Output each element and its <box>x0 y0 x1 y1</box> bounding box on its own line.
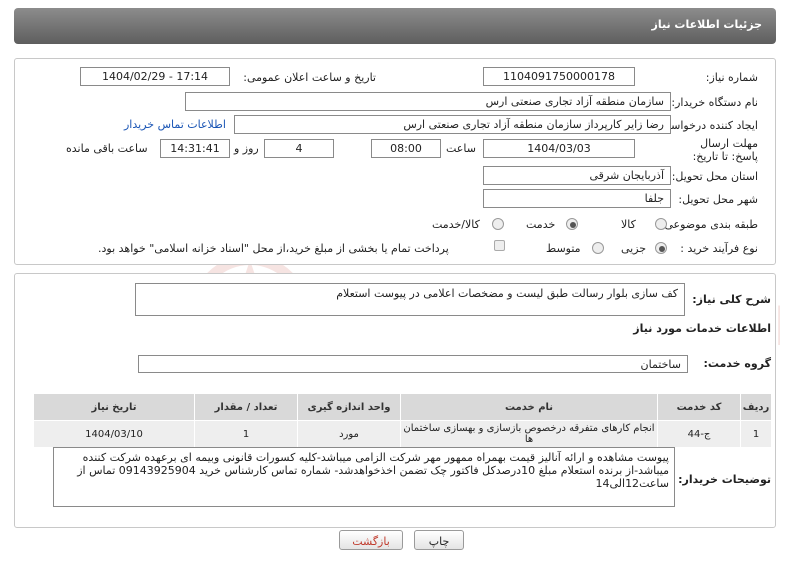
cell-unit: مورد <box>297 420 401 448</box>
remaining-days-field[interactable]: 4 <box>264 139 334 158</box>
buyer-notes-text: پیوست مشاهده و ارائه آنالیز قیمت بهمراه … <box>77 451 669 490</box>
cell-service-code: ج-44 <box>657 420 741 448</box>
buyer-org-label: نام دستگاه خریدار: <box>671 96 758 109</box>
summary-label: شرح کلی نیاز: <box>692 293 771 306</box>
print-button[interactable]: چاپ <box>414 530 464 550</box>
deadline-time-field[interactable]: 08:00 <box>371 139 441 158</box>
process-radio-medium[interactable] <box>592 242 604 254</box>
back-button[interactable]: بازگشت <box>339 530 403 550</box>
need-number-field[interactable]: 1104091750000178 <box>483 67 635 86</box>
process-label: نوع فرآیند خرید : <box>680 242 758 255</box>
summary-textarea[interactable]: کف سازی بلوار رسالت طبق لیست و مضخصات اع… <box>135 283 685 316</box>
services-section-title: اطلاعات خدمات مورد نیاز <box>633 322 771 335</box>
cell-service-name: انجام کارهای متفرقه درخصوص بازسازی و بهس… <box>400 420 658 448</box>
service-group-label: گروه خدمت: <box>703 357 771 370</box>
page-header: جزئیات اطلاعات نیاز <box>14 8 776 44</box>
services-table: ردیف کد خدمت نام خدمت واحد اندازه گیری ت… <box>33 393 772 448</box>
col-service-code: کد خدمت <box>657 393 741 421</box>
page-title: جزئیات اطلاعات نیاز <box>651 18 763 31</box>
category-radio-goods[interactable] <box>655 218 667 230</box>
col-need-date: تاریخ نیاز <box>33 393 195 421</box>
province-field[interactable]: آذربایجان شرقی <box>483 166 671 185</box>
cell-row-index: 1 <box>740 420 772 448</box>
days-label: روز و <box>234 142 259 155</box>
buyer-notes-label: توضیحات خریدار: <box>678 473 771 486</box>
col-service-name: نام خدمت <box>400 393 658 421</box>
summary-text: کف سازی بلوار رسالت طبق لیست و مضخصات اع… <box>336 287 678 300</box>
province-label: استان محل تحویل: <box>671 170 758 183</box>
announce-date-label: تاریخ و ساعت اعلان عمومی: <box>243 71 376 84</box>
deadline-label: مهلت ارسال پاسخ: تا تاریخ: <box>688 137 758 163</box>
creator-label: ایجاد کننده درخواست: <box>656 119 758 132</box>
remaining-time-label: ساعت باقی مانده <box>66 142 148 155</box>
cell-quantity: 1 <box>194 420 298 448</box>
treasury-payment-note: پرداخت تمام یا بخشی از مبلغ خرید،از محل … <box>98 242 449 255</box>
creator-field[interactable]: رضا زایر کارپرداز سازمان منطقه آزاد تجار… <box>234 115 671 134</box>
buyer-org-field[interactable]: سازمان منطقه آزاد تجاری صنعتی ارس <box>185 92 671 111</box>
col-unit: واحد اندازه گیری <box>297 393 401 421</box>
deadline-label-text: مهلت ارسال پاسخ: تا تاریخ: <box>692 137 758 163</box>
buyer-contact-link[interactable]: اطلاعات تماس خریدار <box>124 118 226 131</box>
city-label: شهر محل تحویل: <box>678 193 758 206</box>
buyer-notes-textarea[interactable]: پیوست مشاهده و ارائه آنالیز قیمت بهمراه … <box>53 447 675 507</box>
need-details-panel <box>14 58 776 265</box>
table-header-row: ردیف کد خدمت نام خدمت واحد اندازه گیری ت… <box>33 393 772 421</box>
need-number-label: شماره نیاز: <box>705 71 758 84</box>
col-row-index: ردیف <box>740 393 772 421</box>
category-label: طبقه بندی موضوعی: <box>660 218 758 231</box>
col-quantity: تعداد / مقدار <box>194 393 298 421</box>
cell-need-date: 1404/03/10 <box>33 420 195 448</box>
process-radio-minor[interactable] <box>655 242 667 254</box>
process-minor-label: جزیی <box>621 242 647 255</box>
table-row: 1 ج-44 انجام کارهای متفرقه درخصوص بازساز… <box>33 420 772 448</box>
category-radio-service[interactable] <box>566 218 578 230</box>
deadline-date-field[interactable]: 1404/03/03 <box>483 139 635 158</box>
category-radio-goods-service[interactable] <box>492 218 504 230</box>
category-service-label: خدمت <box>526 218 556 231</box>
announce-date-field[interactable]: 1404/02/29 - 17:14 <box>80 67 230 86</box>
process-medium-label: متوسط <box>546 242 581 255</box>
treasury-payment-checkbox[interactable] <box>494 240 505 251</box>
category-goods-service-label: کالا/خدمت <box>432 218 480 231</box>
service-group-field[interactable]: ساختمان <box>138 355 688 373</box>
deadline-time-label: ساعت <box>446 142 476 155</box>
remaining-time-field[interactable]: 14:31:41 <box>160 139 230 158</box>
category-goods-label: کالا <box>621 218 636 231</box>
city-field[interactable]: جلفا <box>483 189 671 208</box>
